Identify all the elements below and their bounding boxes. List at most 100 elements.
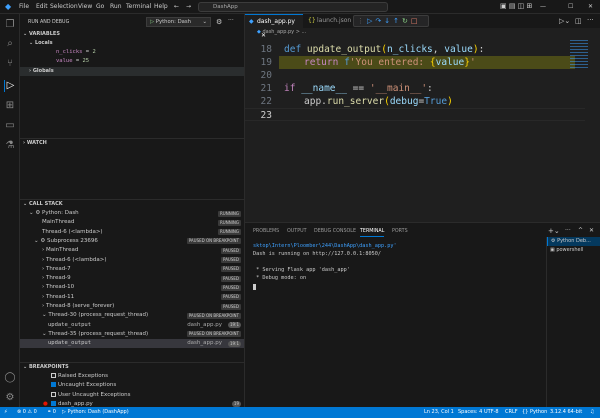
restart-icon[interactable]: ↻ bbox=[402, 17, 411, 25]
menu-help[interactable]: Help bbox=[154, 3, 168, 10]
forward-arrow-icon[interactable]: → bbox=[186, 3, 191, 10]
drag-handle-icon[interactable]: ⋮ bbox=[357, 17, 367, 25]
code-line-current-breakpoint[interactable]: ⊳19return f'You entered: {value}' bbox=[245, 56, 575, 69]
menu-terminal[interactable]: Terminal bbox=[126, 3, 151, 10]
tab-launch-json[interactable]: {} launch.json bbox=[305, 14, 351, 28]
layout-toggle-icons[interactable]: ▣ ▤ ◫ ⊞ bbox=[500, 2, 532, 10]
globals-scope[interactable]: › Globals bbox=[20, 67, 244, 76]
back-arrow-icon[interactable]: ← bbox=[174, 3, 179, 10]
stop-icon[interactable]: □ bbox=[411, 17, 421, 25]
call-stack-row[interactable]: ⌄ Thread-35 (process_request_thread) PAUS… bbox=[20, 330, 244, 339]
tab-dash-app-py[interactable]: ◆ dash_app.py ✕ bbox=[245, 14, 303, 39]
call-stack-row[interactable]: › Thread-9 PAUSED bbox=[20, 274, 244, 283]
status-badge: PAUSED bbox=[221, 303, 241, 310]
command-center-search[interactable]: DashApp bbox=[198, 2, 388, 12]
search-icon[interactable]: ⌕ bbox=[4, 38, 16, 50]
call-stack-row[interactable]: › Thread-11 PAUSED bbox=[20, 293, 244, 302]
close-panel-icon[interactable]: ✕ bbox=[589, 227, 594, 234]
maximize-panel-icon[interactable]: ^ bbox=[578, 227, 583, 234]
source-control-icon[interactable]: ⑂ bbox=[4, 58, 16, 70]
step-out-icon[interactable]: ↑ bbox=[393, 17, 402, 25]
problems-status[interactable]: ⊗ 0 ⚠ 0 bbox=[17, 407, 37, 418]
terminal-session-python-debug[interactable]: ⚙ Python Deb... bbox=[547, 237, 600, 246]
menu-file[interactable]: File bbox=[19, 3, 29, 10]
menu-edit[interactable]: Edit bbox=[36, 3, 48, 10]
tab-debug-console[interactable]: DEBUG CONSOLE bbox=[314, 229, 356, 234]
minimize-icon[interactable]: — bbox=[540, 3, 546, 10]
tab-output[interactable]: OUTPUT bbox=[287, 229, 307, 234]
breadcrumb[interactable]: ◆ dash_app.py > ... bbox=[257, 29, 306, 35]
notifications-icon[interactable]: ♫ bbox=[590, 407, 594, 418]
remote-icon[interactable]: ⚡ bbox=[4, 407, 8, 418]
run-file-icon[interactable]: ▷⌄ bbox=[559, 17, 570, 25]
tab-problems[interactable]: PROBLEMS bbox=[253, 229, 279, 234]
line-ending[interactable]: CRLF bbox=[505, 407, 518, 418]
menu-selection[interactable]: Selection bbox=[50, 3, 78, 10]
code-line[interactable]: 21 if __name__ == '__main__': bbox=[245, 82, 575, 95]
breakpoint-checkbox[interactable] bbox=[51, 382, 56, 388]
new-terminal-icon[interactable]: +⌄ bbox=[548, 227, 560, 235]
tab-terminal[interactable]: TERMINAL bbox=[360, 229, 385, 237]
call-stack-row[interactable]: MainThread RUNNING bbox=[20, 218, 244, 227]
language-mode[interactable]: {} Python bbox=[522, 407, 547, 418]
call-stack-row[interactable]: › Thread-7 PAUSED bbox=[20, 265, 244, 274]
debug-config-select[interactable]: ▷ Python: Dash ⌄ bbox=[146, 17, 211, 27]
remote-explorer-icon[interactable]: ▭ bbox=[4, 120, 16, 132]
breakpoint-item[interactable]: Uncaught Exceptions bbox=[20, 381, 244, 390]
call-stack-row[interactable]: ⌄ ⚙ Python: Dash RUNNING bbox=[20, 209, 244, 218]
explorer-icon[interactable]: ❐ bbox=[4, 19, 16, 31]
call-stack-row[interactable]: ⌄ ⚙ Subprocess 23696 PAUSED ON BREAKPOINT bbox=[20, 237, 244, 246]
account-icon[interactable]: ◯ bbox=[4, 372, 16, 384]
breakpoint-checkbox[interactable] bbox=[51, 400, 56, 406]
call-stack-section-header[interactable]: ⌄ CALL STACK bbox=[23, 200, 247, 209]
call-stack-row[interactable]: update_output dash_app.py 19:1 bbox=[20, 339, 244, 349]
code-line[interactable]: 20 bbox=[245, 69, 575, 82]
encoding[interactable]: UTF-8 bbox=[484, 407, 499, 418]
gear-icon[interactable]: ⚙ bbox=[216, 18, 222, 26]
split-editor-icon[interactable]: ◫ bbox=[575, 17, 582, 25]
tab-ports[interactable]: PORTS bbox=[392, 229, 408, 234]
run-debug-icon[interactable]: ▷ bbox=[4, 80, 16, 92]
call-stack-row[interactable]: update_output dash_app.py 19:1 bbox=[20, 321, 244, 330]
call-stack-row[interactable]: › MainThread PAUSED bbox=[20, 246, 244, 255]
terminal-session-powershell[interactable]: ▣ powershell bbox=[547, 246, 600, 255]
cursor-position[interactable]: Ln 23, Col 1 bbox=[424, 407, 454, 418]
settings-gear-icon[interactable]: ⚙ bbox=[4, 392, 16, 404]
more-actions-icon[interactable]: ··· bbox=[565, 227, 571, 234]
ports-status[interactable]: ⚭ 0 bbox=[47, 407, 56, 418]
testing-icon[interactable]: ⚗ bbox=[4, 140, 16, 152]
minimap[interactable] bbox=[570, 40, 588, 70]
breakpoints-section-header[interactable]: ⌄ BREAKPOINTS bbox=[23, 363, 247, 372]
extensions-icon[interactable]: ⊞ bbox=[4, 100, 16, 112]
watch-section-header[interactable]: › WATCH bbox=[23, 139, 247, 148]
more-actions-icon[interactable]: ··· bbox=[228, 17, 234, 24]
call-stack-row[interactable]: › Thread-10 PAUSED bbox=[20, 283, 244, 292]
code-line[interactable]: 22 app.run_server(debug=True) bbox=[245, 95, 575, 108]
code-line[interactable]: 18 def update_output(n_clicks, value): bbox=[245, 43, 575, 56]
menu-run[interactable]: Run bbox=[110, 3, 122, 10]
menu-view[interactable]: View bbox=[78, 3, 92, 10]
variable-value: 25 bbox=[82, 58, 90, 64]
variables-section-header[interactable]: ⌄ VARIABLES bbox=[23, 30, 247, 39]
breakpoint-checkbox[interactable] bbox=[51, 391, 56, 397]
call-stack-row[interactable]: › Thread-8 (serve_forever) PAUSED bbox=[20, 302, 244, 311]
indentation[interactable]: Spaces: 4 bbox=[458, 407, 482, 418]
call-stack-row[interactable]: › Thread-6 (<lambda>) PAUSED bbox=[20, 256, 244, 265]
call-stack-row[interactable]: Thread-6 (<lambda>) RUNNING bbox=[20, 228, 244, 237]
breakpoint-item[interactable]: Raised Exceptions bbox=[20, 372, 244, 381]
step-over-icon[interactable]: ↷ bbox=[375, 17, 384, 25]
start-debug-icon[interactable]: ▷ bbox=[150, 19, 154, 25]
step-into-icon[interactable]: ↓ bbox=[384, 17, 393, 25]
debug-session-status[interactable]: ▷ Python: Dash (DashApp) bbox=[62, 407, 129, 418]
breakpoint-checkbox[interactable] bbox=[51, 373, 56, 378]
call-stack-row[interactable]: ⌄ Thread-30 (process_request_thread) PAUS… bbox=[20, 311, 244, 320]
menu-go[interactable]: Go bbox=[96, 3, 104, 10]
code-line-cursor[interactable]: 23 bbox=[245, 108, 585, 121]
breakpoint-item[interactable]: User Uncaught Exceptions bbox=[20, 391, 244, 400]
line-number: 22 bbox=[260, 96, 272, 107]
more-actions-icon[interactable]: ··· bbox=[587, 16, 594, 24]
python-interpreter[interactable]: 3.12.4 64-bit bbox=[550, 407, 582, 418]
maximize-icon[interactable]: ☐ bbox=[568, 3, 573, 10]
locals-scope[interactable]: ⌄ Locals bbox=[29, 39, 253, 48]
close-icon[interactable]: ✕ bbox=[588, 3, 593, 10]
